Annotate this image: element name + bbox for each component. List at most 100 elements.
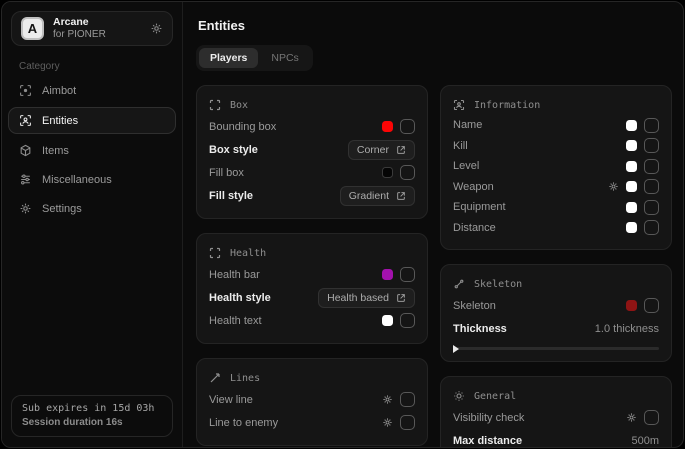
- thickness-slider[interactable]: [453, 347, 659, 350]
- cube-icon: [19, 144, 32, 157]
- box-card: Box Bounding box Box style Corne: [196, 85, 428, 219]
- color-swatch[interactable]: [626, 202, 637, 213]
- brand-text: Arcane for PIONER: [53, 16, 106, 42]
- setting-row: Weapon: [453, 177, 659, 198]
- card-title: Skeleton: [474, 279, 522, 290]
- sun-icon: [453, 390, 465, 402]
- visibility-check-checkbox[interactable]: [644, 410, 659, 425]
- fill-style-dropdown[interactable]: Gradient: [340, 186, 415, 206]
- setting-label: Fill box: [209, 167, 244, 179]
- setting-row: Box style Corner: [209, 138, 415, 161]
- kill-checkbox[interactable]: [644, 138, 659, 153]
- setting-label: Skeleton: [453, 300, 496, 312]
- corner-brackets-icon: [209, 247, 221, 259]
- setting-row: Fill box: [209, 161, 415, 184]
- sidebar-item-label: Entities: [42, 115, 78, 127]
- setting-row: Distance: [453, 218, 659, 239]
- brand-subtitle: for PIONER: [53, 29, 106, 42]
- setting-row: Fill style Gradient: [209, 184, 415, 207]
- session-duration-text: Session duration 16s: [22, 417, 162, 428]
- expand-icon: [396, 145, 406, 155]
- setting-row: Name: [453, 115, 659, 136]
- level-checkbox[interactable]: [644, 159, 659, 174]
- color-swatch[interactable]: [626, 300, 637, 311]
- bone-icon: [453, 278, 465, 290]
- color-swatch[interactable]: [626, 120, 637, 131]
- gear-icon[interactable]: [608, 181, 619, 192]
- brand-card: A Arcane for PIONER: [11, 11, 173, 46]
- gear-icon[interactable]: [626, 412, 637, 423]
- lines-card: Lines View line Line to enemy: [196, 358, 428, 446]
- max-distance-value: 500m: [631, 435, 659, 447]
- gear-icon[interactable]: [382, 417, 393, 428]
- corner-brackets-icon: [209, 99, 221, 111]
- box-style-dropdown[interactable]: Corner: [348, 140, 415, 160]
- name-checkbox[interactable]: [644, 118, 659, 133]
- sidebar-menu: Aimbot Entities Items Miscellaneous: [2, 78, 182, 221]
- setting-row: Health bar: [209, 263, 415, 286]
- card-title: Health: [230, 248, 266, 259]
- setting-row: Equipment: [453, 197, 659, 218]
- sub-expiry-text: Sub expires in 15d 03h: [22, 403, 162, 414]
- line-icon: [209, 372, 221, 384]
- fill-box-checkbox[interactable]: [400, 165, 415, 180]
- line-to-enemy-checkbox[interactable]: [400, 415, 415, 430]
- sidebar-item-label: Miscellaneous: [42, 174, 112, 186]
- setting-row: Max distance 500m: [453, 429, 659, 448]
- sliders-icon: [19, 173, 32, 186]
- setting-label: Name: [453, 119, 482, 131]
- color-swatch[interactable]: [382, 167, 393, 178]
- distance-checkbox[interactable]: [644, 220, 659, 235]
- health-style-dropdown[interactable]: Health based: [318, 288, 415, 308]
- sidebar-item-aimbot[interactable]: Aimbot: [8, 78, 176, 103]
- card-title: Lines: [230, 373, 260, 384]
- setting-label: View line: [209, 394, 253, 406]
- color-swatch[interactable]: [626, 181, 637, 192]
- gear-icon: [19, 202, 32, 215]
- dropdown-value: Gradient: [349, 190, 389, 202]
- gear-icon[interactable]: [382, 394, 393, 405]
- color-swatch[interactable]: [626, 222, 637, 233]
- category-label: Category: [19, 61, 182, 72]
- color-swatch[interactable]: [382, 315, 393, 326]
- color-swatch[interactable]: [382, 121, 393, 132]
- weapon-checkbox[interactable]: [644, 179, 659, 194]
- setting-row: Level: [453, 156, 659, 177]
- view-line-checkbox[interactable]: [400, 392, 415, 407]
- sidebar-item-items[interactable]: Items: [8, 138, 176, 163]
- setting-label: Equipment: [453, 201, 506, 213]
- health-text-checkbox[interactable]: [400, 313, 415, 328]
- setting-label: Max distance: [453, 435, 522, 447]
- person-scan-icon: [453, 99, 465, 111]
- tab-npcs[interactable]: NPCs: [260, 48, 309, 68]
- setting-label: Health bar: [209, 269, 260, 281]
- setting-row: View line: [209, 388, 415, 411]
- health-card: Health Health bar Health style H: [196, 233, 428, 344]
- tab-players[interactable]: Players: [199, 48, 258, 68]
- sidebar-item-entities[interactable]: Entities: [8, 107, 176, 134]
- color-swatch[interactable]: [626, 140, 637, 151]
- sidebar-item-settings[interactable]: Settings: [8, 196, 176, 221]
- setting-row: Skeleton: [453, 294, 659, 317]
- dropdown-value: Health based: [327, 292, 389, 304]
- setting-label: Line to enemy: [209, 417, 278, 429]
- color-swatch[interactable]: [382, 269, 393, 280]
- color-swatch[interactable]: [626, 161, 637, 172]
- setting-label: Weapon: [453, 181, 494, 193]
- gear-icon[interactable]: [150, 22, 163, 35]
- card-title: Information: [474, 100, 540, 111]
- setting-label: Health style: [209, 292, 271, 304]
- skeleton-checkbox[interactable]: [644, 298, 659, 313]
- dropdown-value: Corner: [357, 144, 389, 156]
- skeleton-card: Skeleton Skeleton Thickness 1.0 thicknes…: [440, 264, 672, 362]
- sidebar-item-miscellaneous[interactable]: Miscellaneous: [8, 167, 176, 192]
- slider-thumb[interactable]: [453, 345, 459, 353]
- sidebar-item-label: Aimbot: [42, 85, 76, 97]
- sidebar-item-label: Items: [42, 145, 69, 157]
- page-title: Entities: [198, 18, 672, 33]
- general-card: General Visibility check Max distance: [440, 376, 672, 448]
- card-title: Box: [230, 100, 248, 111]
- health-bar-checkbox[interactable]: [400, 267, 415, 282]
- bounding-box-checkbox[interactable]: [400, 119, 415, 134]
- equipment-checkbox[interactable]: [644, 200, 659, 215]
